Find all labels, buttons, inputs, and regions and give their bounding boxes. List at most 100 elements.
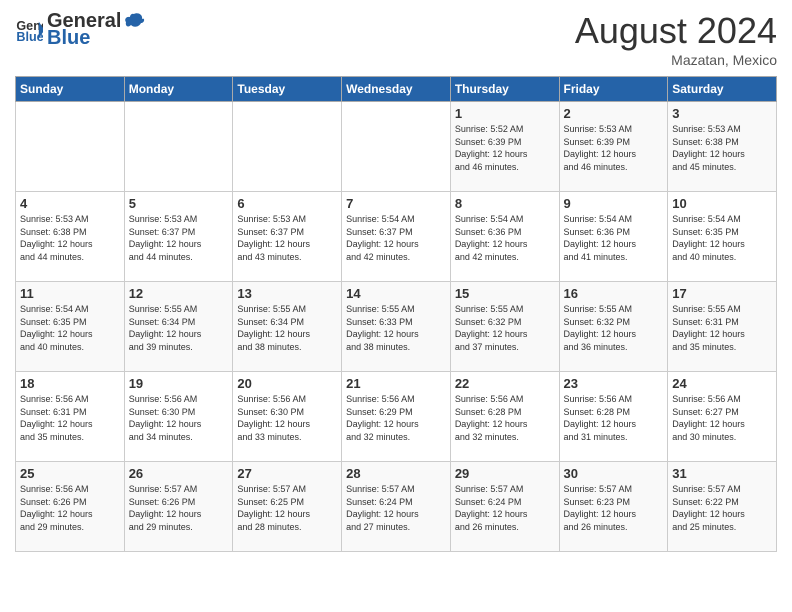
calendar-cell: 28 Sunrise: 5:57 AM Sunset: 6:24 PM Dayli…	[342, 462, 451, 552]
day-number: 8	[455, 196, 555, 211]
day-info: Sunrise: 5:55 AM Sunset: 6:32 PM Dayligh…	[564, 303, 664, 353]
logo-icon: General Blue	[15, 16, 43, 44]
calendar-cell: 15 Sunrise: 5:55 AM Sunset: 6:32 PM Dayli…	[450, 282, 559, 372]
calendar-cell: 22 Sunrise: 5:56 AM Sunset: 6:28 PM Dayli…	[450, 372, 559, 462]
calendar-cell: 23Sunrise: 5:56 AM Sunset: 6:28 PM Dayli…	[559, 372, 668, 462]
logo-bird-icon	[123, 11, 145, 33]
calendar-cell: 30 Sunrise: 5:57 AM Sunset: 6:23 PM Dayli…	[559, 462, 668, 552]
calendar-cell: 16 Sunrise: 5:55 AM Sunset: 6:32 PM Dayli…	[559, 282, 668, 372]
calendar-cell: 27Sunrise: 5:57 AM Sunset: 6:25 PM Dayli…	[233, 462, 342, 552]
calendar-cell	[16, 102, 125, 192]
day-number: 25	[20, 466, 120, 481]
day-info: Sunrise: 5:55 AM Sunset: 6:34 PM Dayligh…	[237, 303, 337, 353]
day-info: Sunrise: 5:53 AM Sunset: 6:38 PM Dayligh…	[672, 123, 772, 173]
day-info: Sunrise: 5:53 AM Sunset: 6:37 PM Dayligh…	[129, 213, 229, 263]
day-number: 18	[20, 376, 120, 391]
calendar-week-row: 11 Sunrise: 5:54 AM Sunset: 6:35 PM Dayli…	[16, 282, 777, 372]
day-info: Sunrise: 5:55 AM Sunset: 6:33 PM Dayligh…	[346, 303, 446, 353]
page-header: General Blue General Blue August 2024 Ma…	[15, 10, 777, 68]
day-number: 5	[129, 196, 229, 211]
day-number: 21	[346, 376, 446, 391]
day-info: Sunrise: 5:52 AM Sunset: 6:39 PM Dayligh…	[455, 123, 555, 173]
calendar-cell: 4 Sunrise: 5:53 AM Sunset: 6:38 PM Daylig…	[16, 192, 125, 282]
calendar-cell: 31 Sunrise: 5:57 AM Sunset: 6:22 PM Dayli…	[668, 462, 777, 552]
logo: General Blue General Blue	[15, 10, 145, 50]
day-info: Sunrise: 5:57 AM Sunset: 6:24 PM Dayligh…	[455, 483, 555, 533]
day-number: 29	[455, 466, 555, 481]
day-number: 15	[455, 286, 555, 301]
day-info: Sunrise: 5:57 AM Sunset: 6:26 PM Dayligh…	[129, 483, 229, 533]
day-number: 19	[129, 376, 229, 391]
day-number: 14	[346, 286, 446, 301]
day-number: 13	[237, 286, 337, 301]
day-info: Sunrise: 5:57 AM Sunset: 6:22 PM Dayligh…	[672, 483, 772, 533]
calendar-cell: 25 Sunrise: 5:56 AM Sunset: 6:26 PM Dayli…	[16, 462, 125, 552]
day-info: Sunrise: 5:54 AM Sunset: 6:36 PM Dayligh…	[455, 213, 555, 263]
day-number: 3	[672, 106, 772, 121]
day-number: 1	[455, 106, 555, 121]
day-number: 4	[20, 196, 120, 211]
calendar-cell: 12Sunrise: 5:55 AM Sunset: 6:34 PM Dayli…	[124, 282, 233, 372]
weekday-header-row: SundayMondayTuesdayWednesdayThursdayFrid…	[16, 77, 777, 102]
calendar-cell: 17 Sunrise: 5:55 AM Sunset: 6:31 PM Dayli…	[668, 282, 777, 372]
day-number: 2	[564, 106, 664, 121]
weekday-header-saturday: Saturday	[668, 77, 777, 102]
day-info: Sunrise: 5:56 AM Sunset: 6:30 PM Dayligh…	[129, 393, 229, 443]
day-number: 30	[564, 466, 664, 481]
calendar-cell: 3 Sunrise: 5:53 AM Sunset: 6:38 PM Daylig…	[668, 102, 777, 192]
day-info: Sunrise: 5:53 AM Sunset: 6:37 PM Dayligh…	[237, 213, 337, 263]
day-info: Sunrise: 5:55 AM Sunset: 6:32 PM Dayligh…	[455, 303, 555, 353]
day-info: Sunrise: 5:57 AM Sunset: 6:23 PM Dayligh…	[564, 483, 664, 533]
day-number: 24	[672, 376, 772, 391]
calendar-cell: 20 Sunrise: 5:56 AM Sunset: 6:30 PM Dayli…	[233, 372, 342, 462]
day-number: 22	[455, 376, 555, 391]
day-info: Sunrise: 5:56 AM Sunset: 6:31 PM Dayligh…	[20, 393, 120, 443]
calendar-cell: 10 Sunrise: 5:54 AM Sunset: 6:35 PM Dayli…	[668, 192, 777, 282]
title-block: August 2024 Mazatan, Mexico	[575, 10, 777, 68]
calendar-cell: 11 Sunrise: 5:54 AM Sunset: 6:35 PM Dayli…	[16, 282, 125, 372]
calendar-cell: 24 Sunrise: 5:56 AM Sunset: 6:27 PM Dayli…	[668, 372, 777, 462]
weekday-header-monday: Monday	[124, 77, 233, 102]
calendar-cell: 9Sunrise: 5:54 AM Sunset: 6:36 PM Daylig…	[559, 192, 668, 282]
day-number: 28	[346, 466, 446, 481]
day-number: 12	[129, 286, 229, 301]
calendar-cell: 18 Sunrise: 5:56 AM Sunset: 6:31 PM Dayli…	[16, 372, 125, 462]
calendar-cell: 13 Sunrise: 5:55 AM Sunset: 6:34 PM Dayli…	[233, 282, 342, 372]
day-info: Sunrise: 5:54 AM Sunset: 6:35 PM Dayligh…	[20, 303, 120, 353]
day-info: Sunrise: 5:56 AM Sunset: 6:28 PM Dayligh…	[455, 393, 555, 443]
day-info: Sunrise: 5:56 AM Sunset: 6:27 PM Dayligh…	[672, 393, 772, 443]
day-number: 31	[672, 466, 772, 481]
weekday-header-tuesday: Tuesday	[233, 77, 342, 102]
day-number: 10	[672, 196, 772, 211]
day-info: Sunrise: 5:54 AM Sunset: 6:37 PM Dayligh…	[346, 213, 446, 263]
calendar-cell: 2Sunrise: 5:53 AM Sunset: 6:39 PM Daylig…	[559, 102, 668, 192]
calendar-cell	[124, 102, 233, 192]
weekday-header-thursday: Thursday	[450, 77, 559, 102]
calendar-cell: 29 Sunrise: 5:57 AM Sunset: 6:24 PM Dayli…	[450, 462, 559, 552]
day-info: Sunrise: 5:56 AM Sunset: 6:26 PM Dayligh…	[20, 483, 120, 533]
day-number: 23	[564, 376, 664, 391]
day-info: Sunrise: 5:56 AM Sunset: 6:30 PM Dayligh…	[237, 393, 337, 443]
day-number: 9	[564, 196, 664, 211]
calendar-cell: 5 Sunrise: 5:53 AM Sunset: 6:37 PM Daylig…	[124, 192, 233, 282]
calendar-cell: 8 Sunrise: 5:54 AM Sunset: 6:36 PM Daylig…	[450, 192, 559, 282]
day-number: 7	[346, 196, 446, 211]
day-number: 26	[129, 466, 229, 481]
day-number: 17	[672, 286, 772, 301]
day-info: Sunrise: 5:57 AM Sunset: 6:24 PM Dayligh…	[346, 483, 446, 533]
location-subtitle: Mazatan, Mexico	[575, 52, 777, 68]
calendar-cell: 14 Sunrise: 5:55 AM Sunset: 6:33 PM Dayli…	[342, 282, 451, 372]
calendar-cell: 6Sunrise: 5:53 AM Sunset: 6:37 PM Daylig…	[233, 192, 342, 282]
day-info: Sunrise: 5:55 AM Sunset: 6:31 PM Dayligh…	[672, 303, 772, 353]
weekday-header-friday: Friday	[559, 77, 668, 102]
weekday-header-sunday: Sunday	[16, 77, 125, 102]
day-info: Sunrise: 5:53 AM Sunset: 6:38 PM Dayligh…	[20, 213, 120, 263]
day-info: Sunrise: 5:56 AM Sunset: 6:29 PM Dayligh…	[346, 393, 446, 443]
day-info: Sunrise: 5:54 AM Sunset: 6:35 PM Dayligh…	[672, 213, 772, 263]
day-number: 11	[20, 286, 120, 301]
calendar-cell: 7 Sunrise: 5:54 AM Sunset: 6:37 PM Daylig…	[342, 192, 451, 282]
calendar-cell	[342, 102, 451, 192]
calendar-week-row: 1 Sunrise: 5:52 AM Sunset: 6:39 PM Daylig…	[16, 102, 777, 192]
day-number: 16	[564, 286, 664, 301]
day-number: 20	[237, 376, 337, 391]
